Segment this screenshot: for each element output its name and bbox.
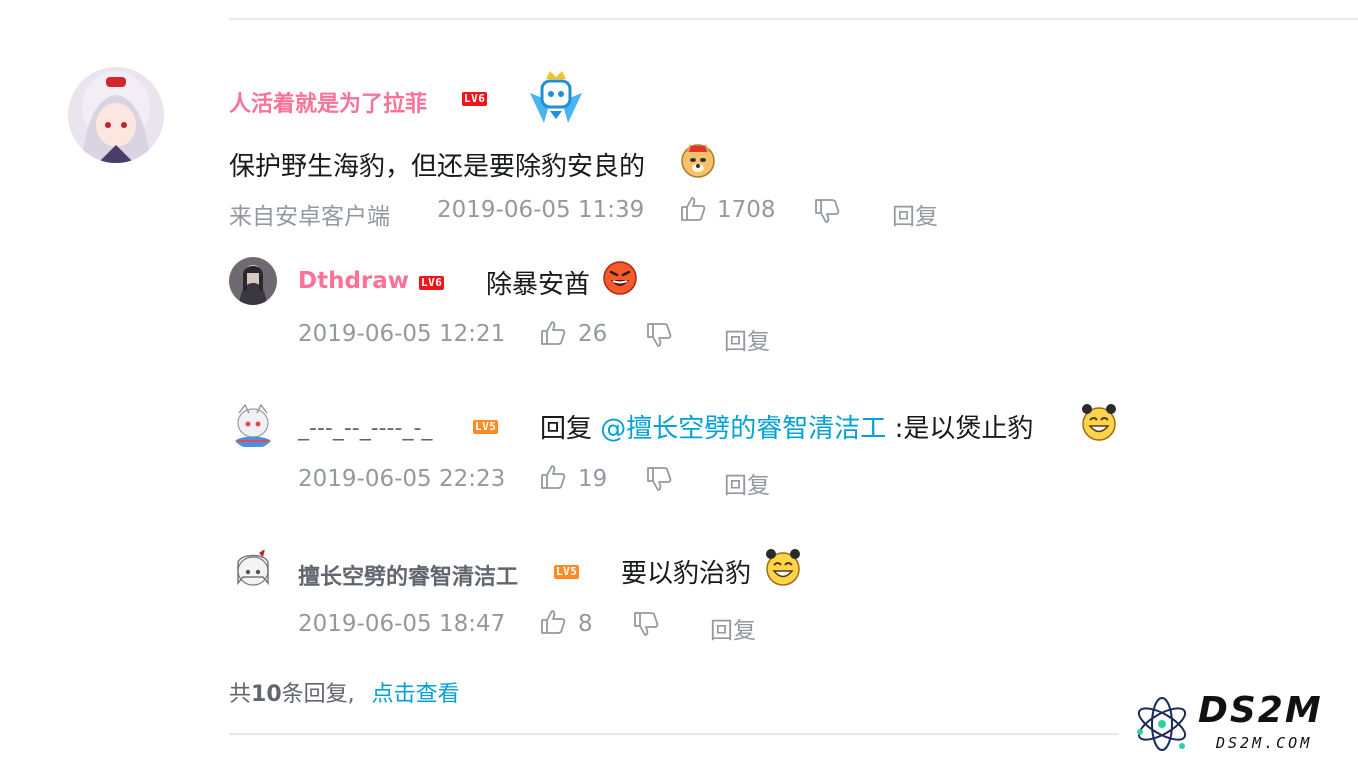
comment-source: 来自安卓客户端 <box>229 204 390 230</box>
watermark-brand: DS2M <box>1198 690 1323 731</box>
like-count: 26 <box>578 321 608 347</box>
reply-time: 2019-06-05 12:21 <box>298 321 506 347</box>
reply-text: :是以煲止豹 <box>894 414 1034 444</box>
doge-emoji-icon <box>680 142 716 182</box>
reply-time: 2019-06-05 18:47 <box>298 611 506 637</box>
username[interactable]: _---_--_----_-_ <box>298 416 432 441</box>
reply-button[interactable]: 回复 <box>724 322 770 356</box>
avatar[interactable] <box>68 67 164 163</box>
avatar[interactable] <box>229 547 277 595</box>
grin-face-emoji-icon <box>1080 403 1118 445</box>
username[interactable]: 人活着就是为了拉菲 <box>229 86 427 118</box>
reply-time: 2019-06-05 22:23 <box>298 466 506 492</box>
dislike-icon[interactable] <box>645 321 673 353</box>
reply-summary: 共10条回复, 点击查看 <box>229 676 460 708</box>
like-count: 19 <box>578 466 608 492</box>
dislike-icon[interactable] <box>813 197 841 229</box>
level-badge: LV5 <box>554 565 580 579</box>
bottom-divider <box>229 733 1119 735</box>
total-suffix: 条回复, <box>281 682 355 707</box>
angry-face-emoji-icon <box>602 260 638 300</box>
reply-text: 除暴安酋 <box>486 270 591 300</box>
top-divider <box>229 18 1358 20</box>
reply-prefix: 回复 <box>540 414 593 444</box>
reply-button[interactable]: 回复 <box>892 197 938 231</box>
level-badge: LV6 <box>462 92 488 106</box>
avatar[interactable] <box>229 401 277 449</box>
like-count: 1708 <box>717 197 776 223</box>
like-icon[interactable] <box>539 608 567 640</box>
like-icon[interactable] <box>539 463 567 495</box>
reply-button[interactable]: 回复 <box>710 611 756 645</box>
level-badge: LV5 <box>473 420 499 434</box>
reply-text: 要以豹治豹 <box>621 559 752 589</box>
like-count: 8 <box>578 611 593 637</box>
username[interactable]: Dthdraw <box>298 268 409 294</box>
watermark: DS2M DS2M.COM <box>1132 690 1354 760</box>
mention-link[interactable]: @擅长空劈的睿智清洁工 <box>600 414 886 444</box>
username[interactable]: 擅长空劈的睿智清洁工 <box>298 559 518 591</box>
level-badge: LV6 <box>419 276 445 290</box>
dislike-icon[interactable] <box>632 610 660 642</box>
view-all-link[interactable]: 点击查看 <box>372 682 460 707</box>
vip-pendant-icon <box>524 67 588 125</box>
comment-time: 2019-06-05 11:39 <box>437 197 645 223</box>
comment-content: 保护野生海豹，但还是要除豹安良的 <box>229 146 645 183</box>
reply-content: 回复 @擅长空劈的睿智清洁工 :是以煲止豹 <box>540 408 1033 445</box>
avatar[interactable] <box>229 257 277 305</box>
total-count: 10 <box>251 682 282 707</box>
reply-button[interactable]: 回复 <box>724 466 770 500</box>
comment-text: 保护野生海豹，但还是要除豹安良的 <box>229 152 646 182</box>
atom-logo-icon <box>1137 697 1187 751</box>
watermark-url: DS2M.COM <box>1216 734 1313 752</box>
total-prefix: 共 <box>229 682 252 707</box>
like-icon[interactable] <box>679 195 707 227</box>
like-icon[interactable] <box>539 319 567 351</box>
grin-face-emoji-icon <box>764 548 802 590</box>
dislike-icon[interactable] <box>645 465 673 497</box>
